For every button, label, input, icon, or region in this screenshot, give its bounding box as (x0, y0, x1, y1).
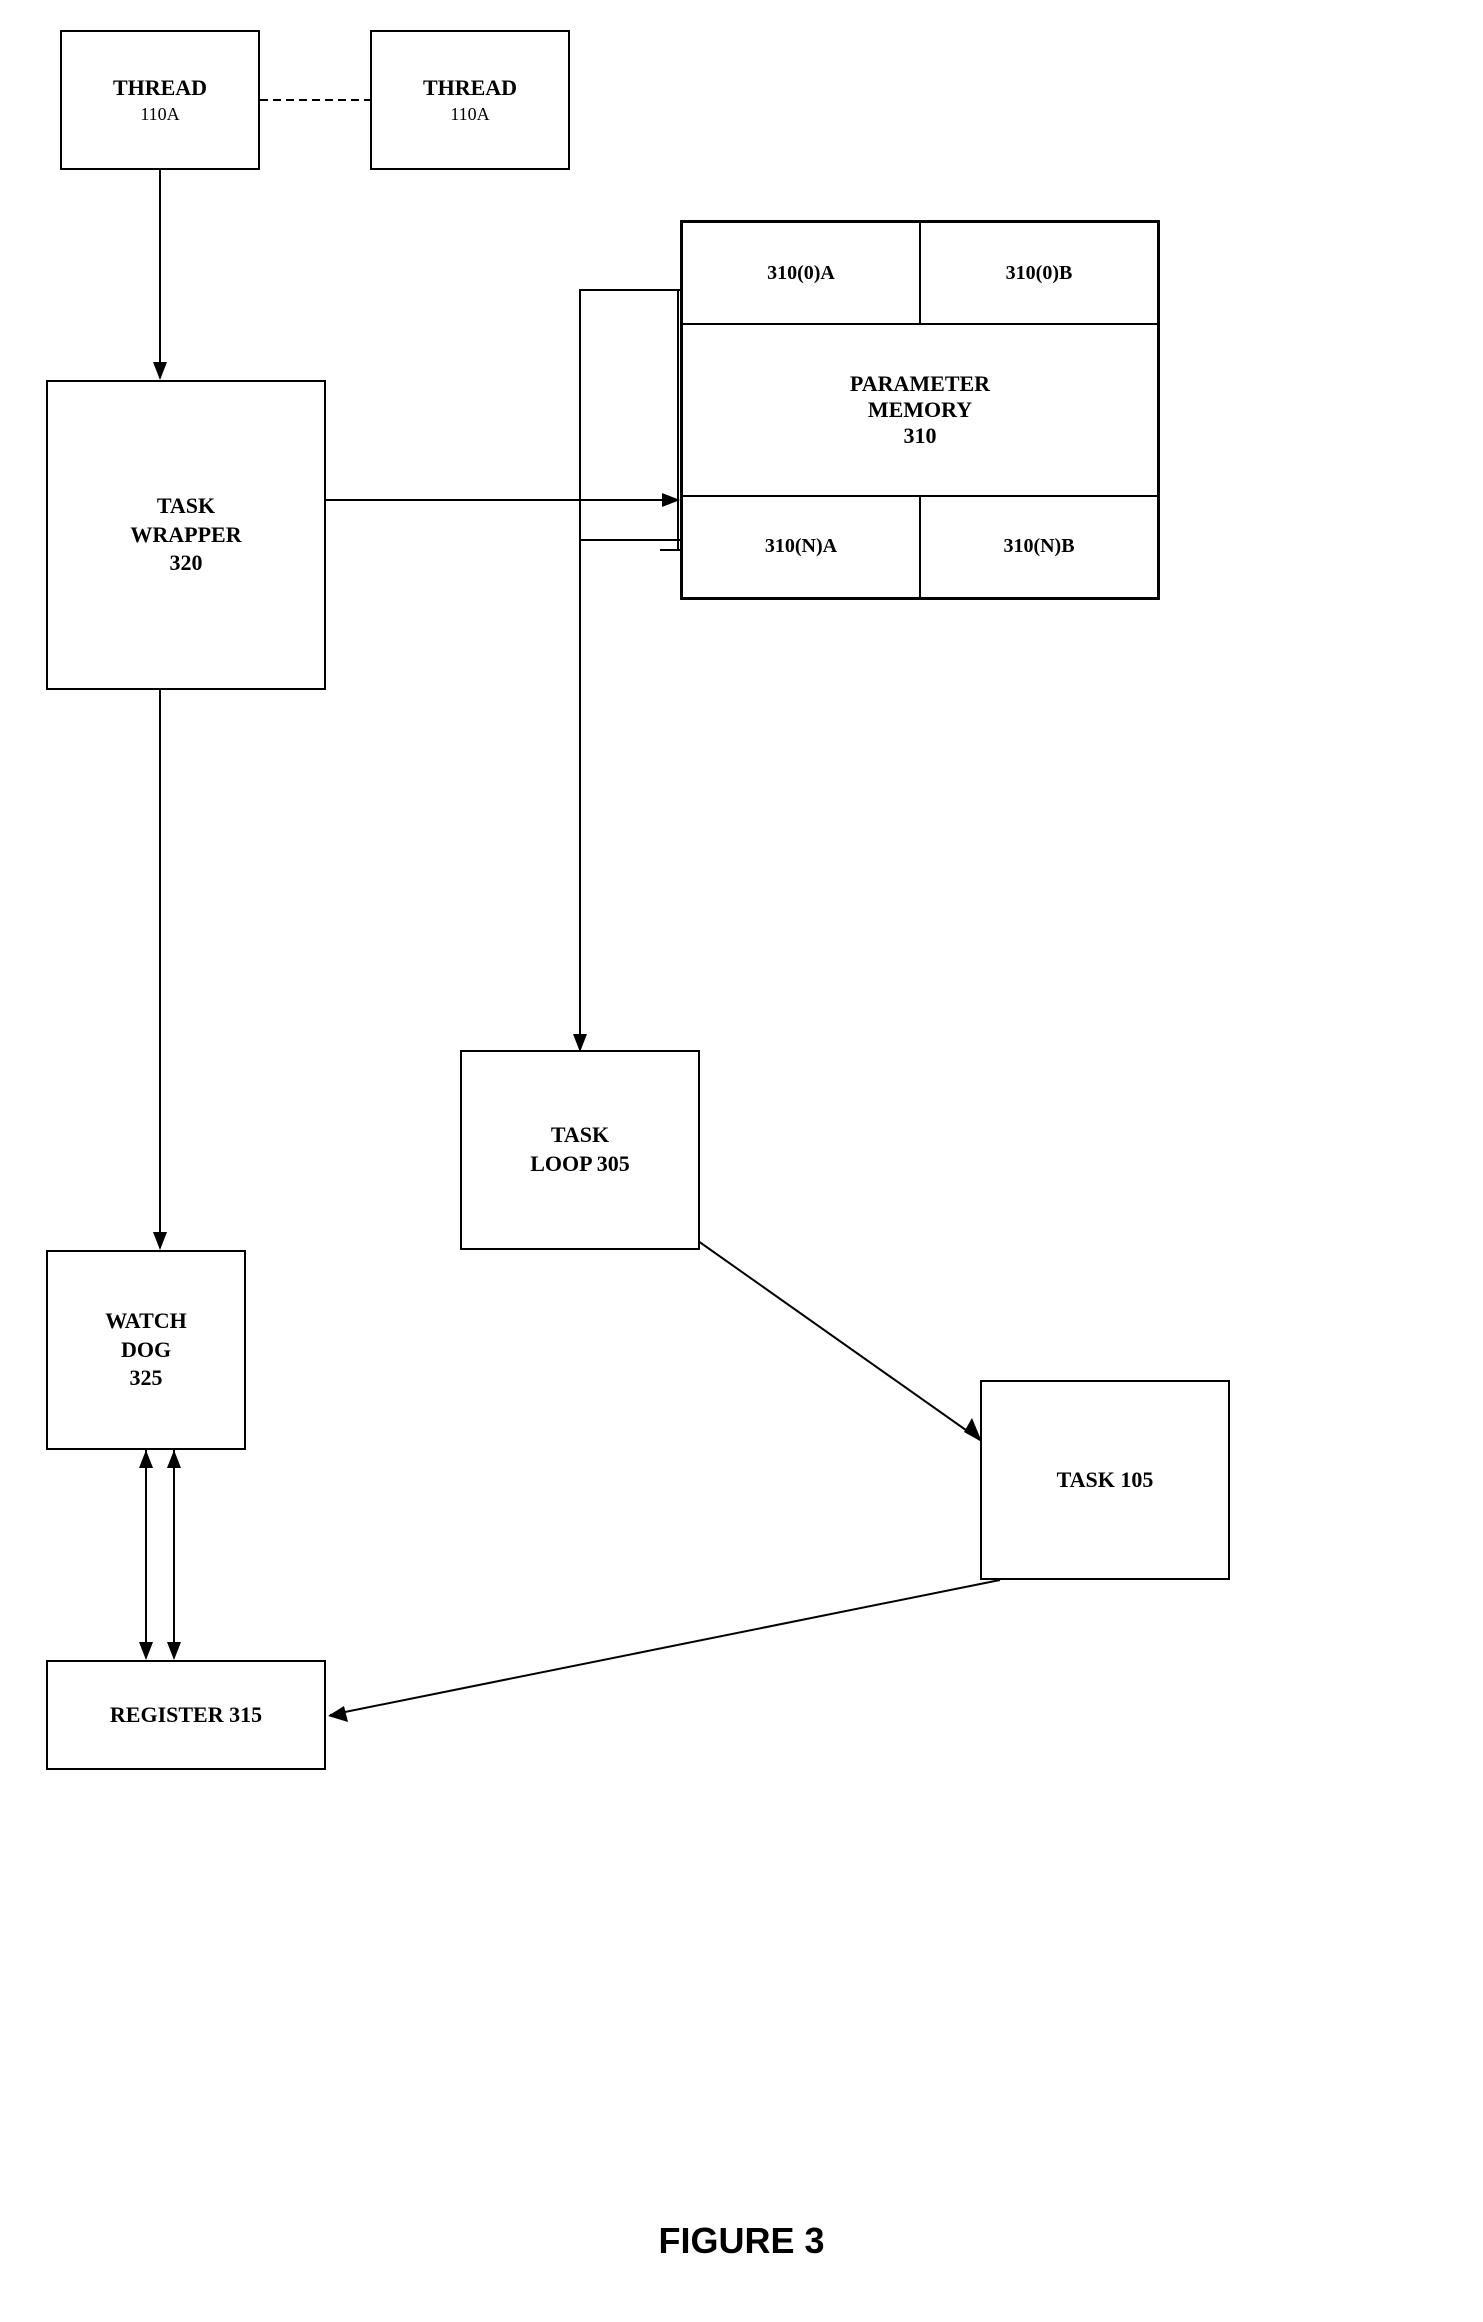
param-cell-top-left: 310(0)A (682, 222, 920, 324)
diagram: THREAD 110A THREAD 110A TASKWRAPPER320 3… (0, 0, 1483, 2322)
task105-box: TASK 105 (980, 1380, 1230, 1580)
register-label: REGISTER 315 (110, 1701, 262, 1730)
task-loop-box: TASKLOOP 305 (460, 1050, 700, 1250)
thread2-label: THREAD (423, 74, 517, 103)
thread2-box: THREAD 110A (370, 30, 570, 170)
watchdog-label: WATCHDOG325 (105, 1307, 187, 1393)
task-wrapper-box: TASKWRAPPER320 (46, 380, 326, 690)
thread2-sublabel: 110A (450, 103, 489, 126)
task-wrapper-label: TASKWRAPPER320 (130, 492, 241, 578)
figure-label: FIGURE 3 (658, 2220, 824, 2262)
task-loop-label: TASKLOOP 305 (530, 1121, 630, 1178)
thread1-sublabel: 110A (140, 103, 179, 126)
thread1-box: THREAD 110A (60, 30, 260, 170)
param-cell-top-right: 310(0)B (920, 222, 1158, 324)
param-center-label: PARAMETERMEMORY310 (682, 324, 1158, 495)
task105-label: TASK 105 (1057, 1466, 1154, 1495)
parameter-memory-box: 310(0)A 310(0)B PARAMETERMEMORY310 310(N… (680, 220, 1160, 600)
watchdog-box: WATCHDOG325 (46, 1250, 246, 1450)
register-box: REGISTER 315 (46, 1660, 326, 1770)
param-cell-bot-left: 310(N)A (682, 496, 920, 598)
param-cell-bot-right: 310(N)B (920, 496, 1158, 598)
thread1-label: THREAD (113, 74, 207, 103)
